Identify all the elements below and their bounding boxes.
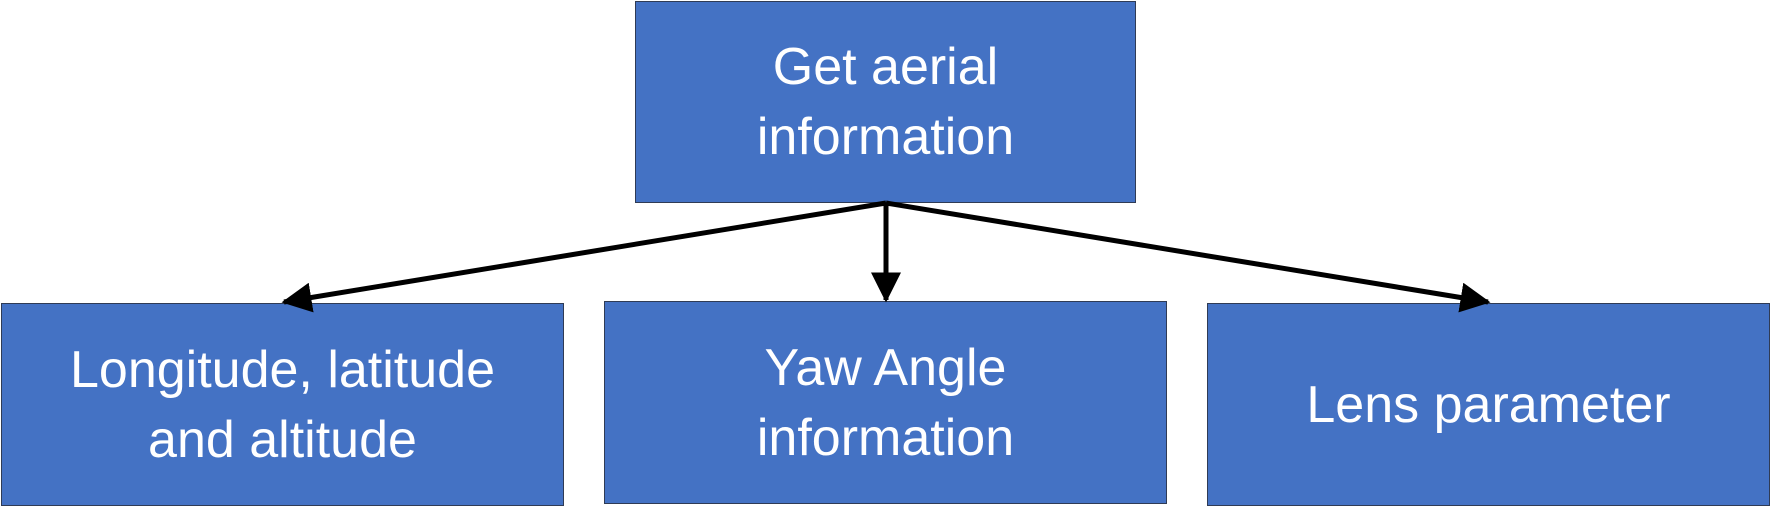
arrow-to-lens-node xyxy=(885,200,1491,313)
node-lens-parameter: Lens parameter xyxy=(1207,303,1770,506)
node-yaw-angle-information: Yaw Angle information xyxy=(604,301,1167,504)
node-get-aerial-information: Get aerial information xyxy=(635,1,1136,203)
arrow-to-longitude-node xyxy=(281,200,887,313)
node-label: Longitude, latitude and altitude xyxy=(69,340,495,469)
node-label: Lens parameter xyxy=(1306,375,1671,434)
node-label: Yaw Angle information xyxy=(756,338,1015,467)
node-label: Get aerial information xyxy=(756,38,1015,166)
node-longitude-latitude-altitude: Longitude, latitude and altitude xyxy=(1,303,564,506)
